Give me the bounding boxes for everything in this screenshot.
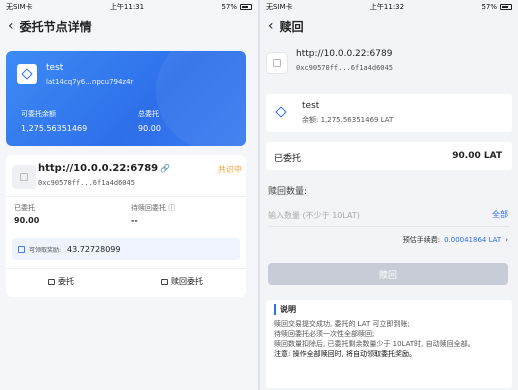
note-line: 注意: 操作全部赎回时, 将自动领取委托奖励。 [274,350,417,358]
divider [6,196,246,197]
link-icon[interactable]: 🔗 [160,164,170,173]
page-title: 赎回 [279,19,304,34]
total-delegated-label: 总委托 [138,110,159,118]
reward-box: 可领取奖励: 43.72728099 [12,238,240,260]
amount-title: 赎回数量: [268,187,308,197]
delegated-value: 90.00 [14,216,40,225]
battery-percent: 57% [221,2,237,11]
pending-redeem-value: -- [131,216,138,225]
back-arrow-icon[interactable]: ‹ [268,19,274,33]
token-card: test 余额: 1,275.56351469 LAT [266,94,512,132]
node-url: http://10.0.0.22:6789 [38,163,159,174]
chevron-right-icon: › [505,236,508,244]
status-bar: 无SIM卡 上午11:31 57% [0,0,258,13]
battery-icon [240,3,252,10]
nav-bar: ‹ 委托节点详情 [0,13,258,39]
note-title: 说明 [274,304,504,315]
delegate-button-label: 委托 [58,277,74,286]
total-delegated-value: 90.00 [138,124,161,133]
battery-percent: 57% [481,2,497,11]
delegated-label: 已委托 [274,154,302,164]
redeem-button-label: 赎回委托 [171,277,203,286]
fee-row[interactable]: 预估手续费: 0.00041864 LAT › [403,235,508,245]
delegated-row: 已委托 90.00 LAT [266,142,512,170]
delegation-node-detail-screen: 无SIM卡 上午11:31 57% ‹ 委托节点详情 test lat14cq7… [0,0,258,390]
divider [6,268,246,269]
delegated-value: 90.00 LAT [452,151,502,161]
reward-label: 可领取奖励: [29,246,62,254]
wallet-address: lat14cq7y6...npcu794z4r [46,78,134,86]
gift-icon [18,245,25,253]
all-button[interactable]: 全部 [492,209,508,220]
node-icon [266,52,288,74]
nav-bar: ‹ 赎回 [260,13,518,39]
back-arrow-icon[interactable]: ‹ [8,19,14,33]
note-line: 待赎回委托必须一次性全部赎回; [274,330,375,338]
token-name: test [302,101,320,111]
delegate-icon [48,278,55,285]
note-panel: 说明 赎回交易提交成功, 委托的 LAT 可立即到账; 待赎回委托必须一次性全部… [266,300,512,388]
reward-value: 43.72728099 [67,244,121,254]
note-line: 赎回数量扣除后, 已委托剩余数量少于 10LAT时, 自动赎回全部。 [274,340,475,348]
amount-input[interactable] [268,208,468,222]
page-title: 委托节点详情 [19,19,92,34]
info-icon[interactable]: ⓘ [168,204,175,212]
node-info: http://10.0.0.22:6789 0xc90570ff...6f1a4… [260,40,518,82]
note-line: 赎回交易提交成功, 委托的 LAT 可立即到账; [274,320,410,328]
time-label: 上午11:32 [369,2,405,11]
pending-redeem-label: 待赎回委托 [131,204,166,212]
delegated-label: 已委托 [14,204,35,212]
battery-icon [500,3,512,10]
fee-value: 0.00041864 LAT [444,236,502,244]
node-hash: 0xc90570ff...6f1a4d6045 [296,64,393,72]
node-status-badge: 共识中 [218,165,242,174]
redeem-icon [161,278,168,285]
carrier-label: 无SIM卡 [266,2,293,11]
token-balance: 余额: 1,275.56351469 LAT [302,116,394,124]
node-url: http://10.0.0.22:6789 [296,49,393,59]
node-hash: 0xc90570ff...6f1a4d6045 [38,179,135,187]
carrier-label: 无SIM卡 [6,2,33,11]
available-balance-value: 1,275.56351469 [21,124,88,133]
redeem-screen: 无SIM卡 上午11:32 57% ‹ 赎回 http://10.0.0.22:… [260,0,518,390]
delegate-button[interactable]: 委托 [48,276,74,287]
status-bar: 无SIM卡 上午11:32 57% [260,0,518,13]
fee-label: 预估手续费: [402,236,441,244]
available-balance-label: 可委托余额 [21,110,56,118]
time-label: 上午11:31 [109,2,145,11]
token-icon [274,104,288,120]
input-underline [268,226,510,227]
token-icon [17,64,37,84]
redeem-delegation-button[interactable]: 赎回委托 [161,276,203,287]
node-card: http://10.0.0.22:6789 🔗 共识中 0xc90570ff...… [6,155,246,297]
wallet-name: test [46,63,64,73]
redeem-submit-button[interactable]: 赎回 [268,263,508,285]
asset-card: test lat14cq7y6...npcu794z4r 可委托余额 1,275… [6,51,246,146]
node-icon [12,165,36,189]
